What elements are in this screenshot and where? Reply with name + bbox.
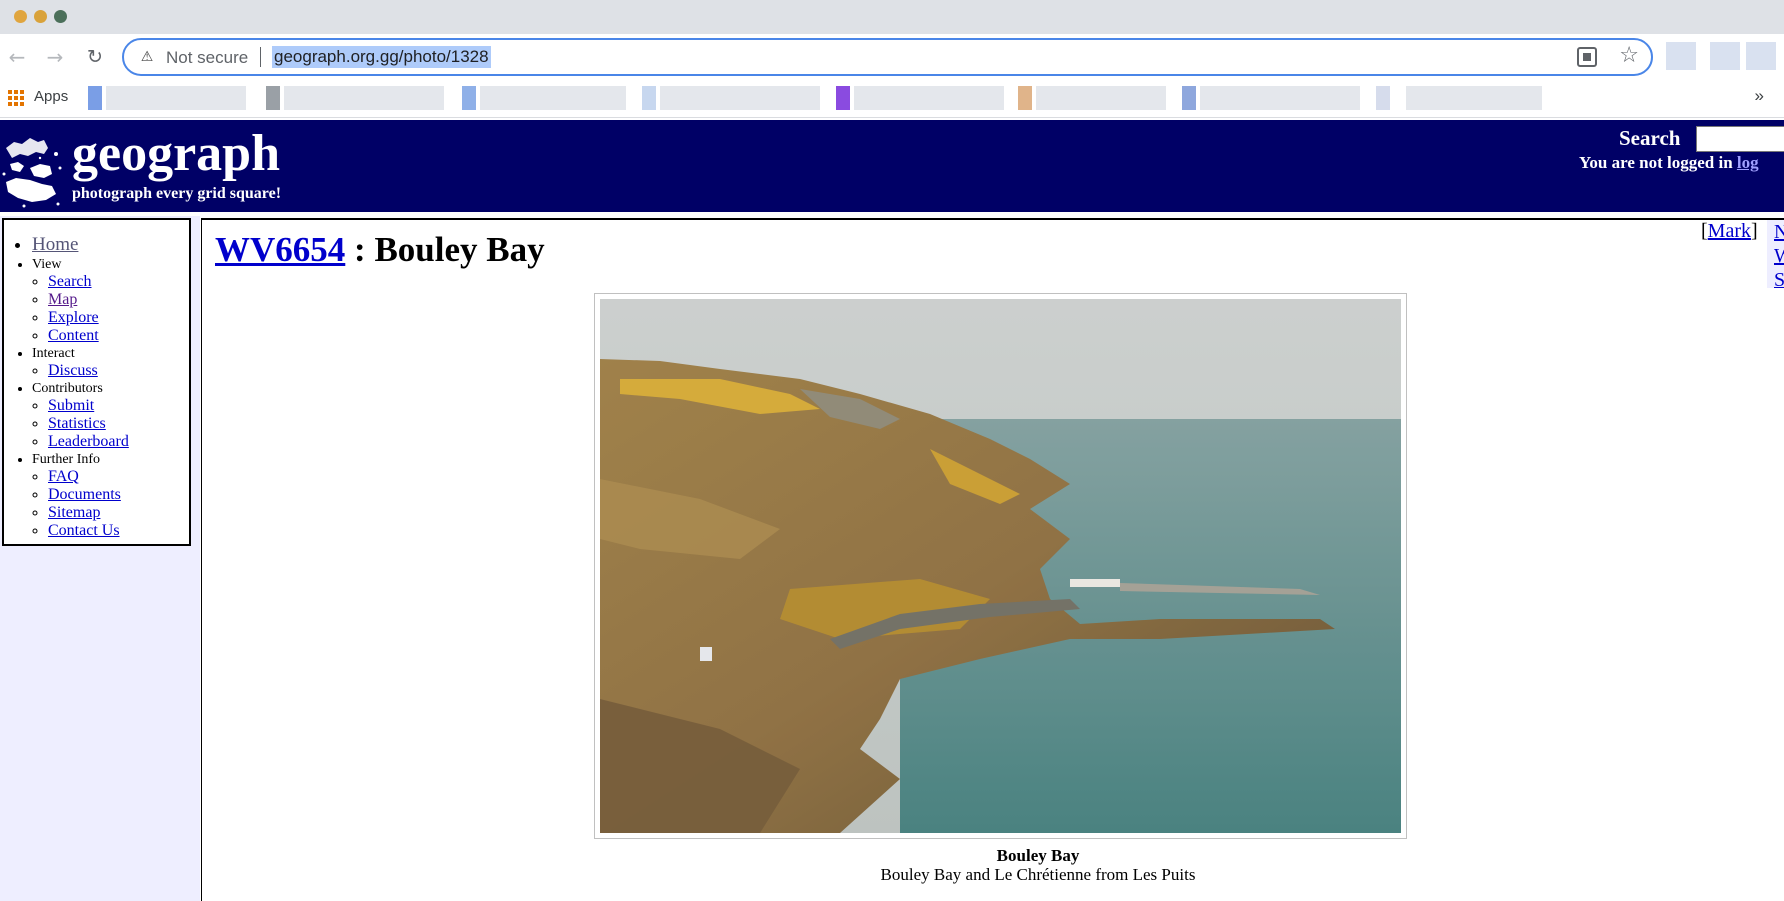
mark-bracket-close: ] [1751, 220, 1758, 242]
channel-islands-map-icon [2, 138, 62, 208]
apps-grid-icon[interactable] [8, 90, 24, 106]
nav-link-discuss[interactable]: Discuss [48, 362, 98, 379]
nav-link-contact-us[interactable]: Contact Us [48, 522, 120, 539]
apps-label[interactable]: Apps [34, 88, 68, 105]
qr-code-icon[interactable] [1577, 47, 1597, 67]
nav-link-statistics[interactable]: Statistics [48, 415, 106, 432]
home-link[interactable]: Home [32, 234, 78, 255]
bookmark-item[interactable] [854, 86, 1004, 110]
site-header: geograph photograph every grid square! S… [0, 120, 1784, 212]
nav-link-map[interactable]: Map [48, 291, 77, 308]
login-status: You are not logged in log [1579, 153, 1759, 173]
bookmark-item[interactable] [284, 86, 444, 110]
close-window-button[interactable] [14, 10, 27, 23]
bookmarks-overflow-button[interactable]: » [1755, 86, 1764, 106]
nav-link-submit[interactable]: Submit [48, 397, 94, 414]
mark-control: [Mark] [1701, 220, 1758, 243]
browser-chrome: ← → ↻ ⚠ Not secure geograph.org.gg/photo… [0, 0, 1784, 120]
bookmark-favicon[interactable] [266, 86, 280, 110]
nav-link-search[interactable]: Search [48, 273, 92, 290]
nav-link-documents[interactable]: Documents [48, 486, 121, 503]
search-input[interactable] [1696, 126, 1784, 152]
bookmark-item[interactable] [1406, 86, 1542, 110]
nav-item-home: Home [32, 234, 189, 256]
browser-toolbar: ← → ↻ ⚠ Not secure geograph.org.gg/photo… [0, 34, 1784, 80]
login-link[interactable]: log [1737, 153, 1759, 172]
bookmark-item[interactable] [106, 86, 246, 110]
nav-link-content[interactable]: Content [48, 327, 99, 344]
grid-reference-link[interactable]: WV6654 [215, 230, 345, 269]
bookmark-favicon[interactable] [88, 86, 102, 110]
logo-tagline: photograph every grid square! [72, 185, 282, 202]
nav-link-faq[interactable]: FAQ [48, 468, 79, 485]
compass-nav: N W S [1767, 220, 1784, 288]
nav-section-interact: Interact Discuss [32, 345, 189, 380]
nav-link-sitemap[interactable]: Sitemap [48, 504, 100, 521]
warning-triangle-icon[interactable]: ⚠ [138, 48, 156, 66]
search-label: Search [1619, 126, 1681, 150]
web-page: geograph photograph every grid square! S… [0, 120, 1784, 901]
mark-bracket-open: [ [1701, 220, 1708, 242]
page-title: WV6654 : Bouley Bay [215, 230, 545, 270]
bookmark-item[interactable] [480, 86, 626, 110]
main-photo[interactable] [600, 299, 1401, 833]
nav-section-label: View [32, 257, 62, 272]
address-bar[interactable]: ⚠ Not secure geograph.org.gg/photo/1328 … [122, 38, 1653, 76]
nav-link-explore[interactable]: Explore [48, 309, 99, 326]
bookmark-favicon[interactable] [642, 86, 656, 110]
nav-section-view: View Search Map Explore Content [32, 256, 189, 345]
bookmark-favicon[interactable] [1018, 86, 1032, 110]
content-border-top [201, 218, 1784, 220]
nav-section-contributors: Contributors Submit Statistics Leaderboa… [32, 380, 189, 451]
bookmark-favicon[interactable] [1376, 86, 1390, 110]
coastal-landscape-photo [600, 299, 1401, 833]
bookmark-favicon[interactable] [1182, 86, 1196, 110]
site-logo[interactable]: geograph photograph every grid square! [0, 125, 310, 210]
profile-icon[interactable] [1746, 42, 1776, 70]
address-separator [260, 47, 261, 67]
bookmark-favicon[interactable] [836, 86, 850, 110]
nav-section-label: Further Info [32, 452, 101, 467]
compass-link-north[interactable]: N [1767, 220, 1784, 244]
logo-wordmark: geograph [72, 125, 280, 182]
photo-caption-title: Bouley Bay [996, 846, 1080, 865]
nav-section-further-info: Further Info FAQ Documents Sitemap Conta… [32, 451, 189, 540]
photo-title: Bouley Bay [374, 230, 545, 269]
forward-arrow-icon[interactable]: → [42, 44, 68, 70]
bookmark-item[interactable] [1200, 86, 1360, 110]
bookmark-item[interactable] [1036, 86, 1166, 110]
extension-icon[interactable] [1710, 42, 1740, 70]
compass-link-west[interactable]: W [1767, 244, 1784, 268]
security-label[interactable]: Not secure [166, 48, 248, 68]
photo-frame [594, 293, 1407, 839]
login-status-text: You are not logged in [1579, 153, 1737, 172]
mark-link[interactable]: Mark [1708, 220, 1751, 242]
photo-caption-text: Bouley Bay and Le Chrétienne from Les Pu… [880, 865, 1196, 884]
nav-link-leaderboard[interactable]: Leaderboard [48, 433, 129, 450]
minimize-window-button[interactable] [34, 10, 47, 23]
bookmark-item[interactable] [660, 86, 820, 110]
compass-link-south[interactable]: S [1767, 268, 1784, 288]
content-border [201, 218, 202, 901]
nav-section-label: Interact [32, 346, 75, 361]
maximize-window-button[interactable] [54, 10, 67, 23]
title-separator: : [345, 230, 375, 269]
url-text[interactable]: geograph.org.gg/photo/1328 [272, 46, 491, 68]
star-icon[interactable]: ☆ [1619, 43, 1639, 68]
back-arrow-icon[interactable]: ← [4, 44, 30, 70]
reload-icon[interactable]: ↻ [82, 44, 108, 70]
navigation-menu: Home View Search Map Explore Content Int… [2, 218, 191, 546]
nav-section-label: Contributors [32, 381, 103, 396]
bookmarks-bar: Apps » [0, 80, 1784, 118]
extension-icon[interactable] [1666, 42, 1696, 70]
bookmark-favicon[interactable] [462, 86, 476, 110]
title-bar [0, 0, 1784, 34]
